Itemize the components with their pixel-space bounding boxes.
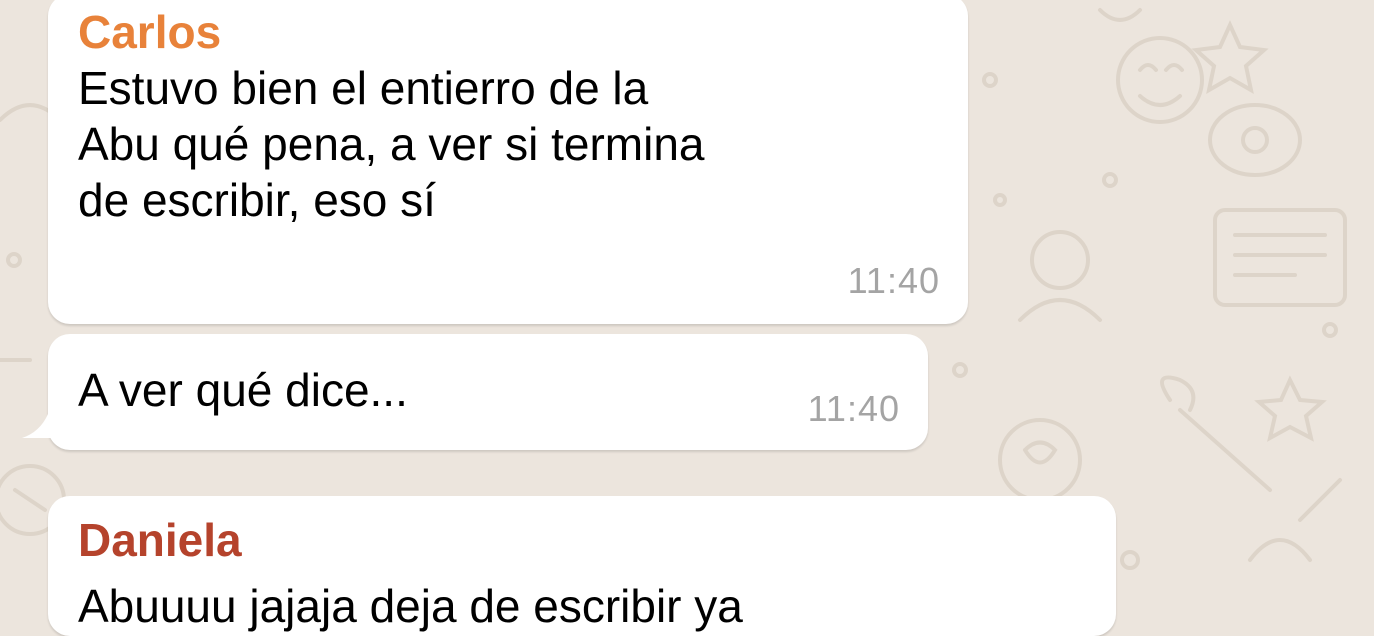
message-line: de escribir, eso sí (78, 174, 436, 226)
message-timestamp: 11:40 (847, 260, 940, 301)
message-timestamp: 11:40 (807, 388, 900, 429)
message-line: Abu qué pena, a ver si termina (78, 118, 705, 170)
sender-name: Daniela (78, 514, 242, 566)
message-bubble-daniela[interactable]: Daniela Abuuuu jajaja deja de escribir y… (48, 496, 1116, 636)
message-bubble-continuation[interactable]: A ver qué dice... 11:40 (22, 334, 928, 450)
message-line: Estuvo bien el entierro de la (78, 62, 649, 114)
message-line: Abuuuu jajaja deja de escribir ya (78, 580, 743, 632)
sender-name: Carlos (78, 6, 222, 58)
message-bubble-carlos[interactable]: Carlos Estuvo bien el entierro de la Abu… (48, 0, 968, 324)
message-line: A ver qué dice... (78, 364, 408, 416)
bubble-tail (22, 414, 62, 438)
